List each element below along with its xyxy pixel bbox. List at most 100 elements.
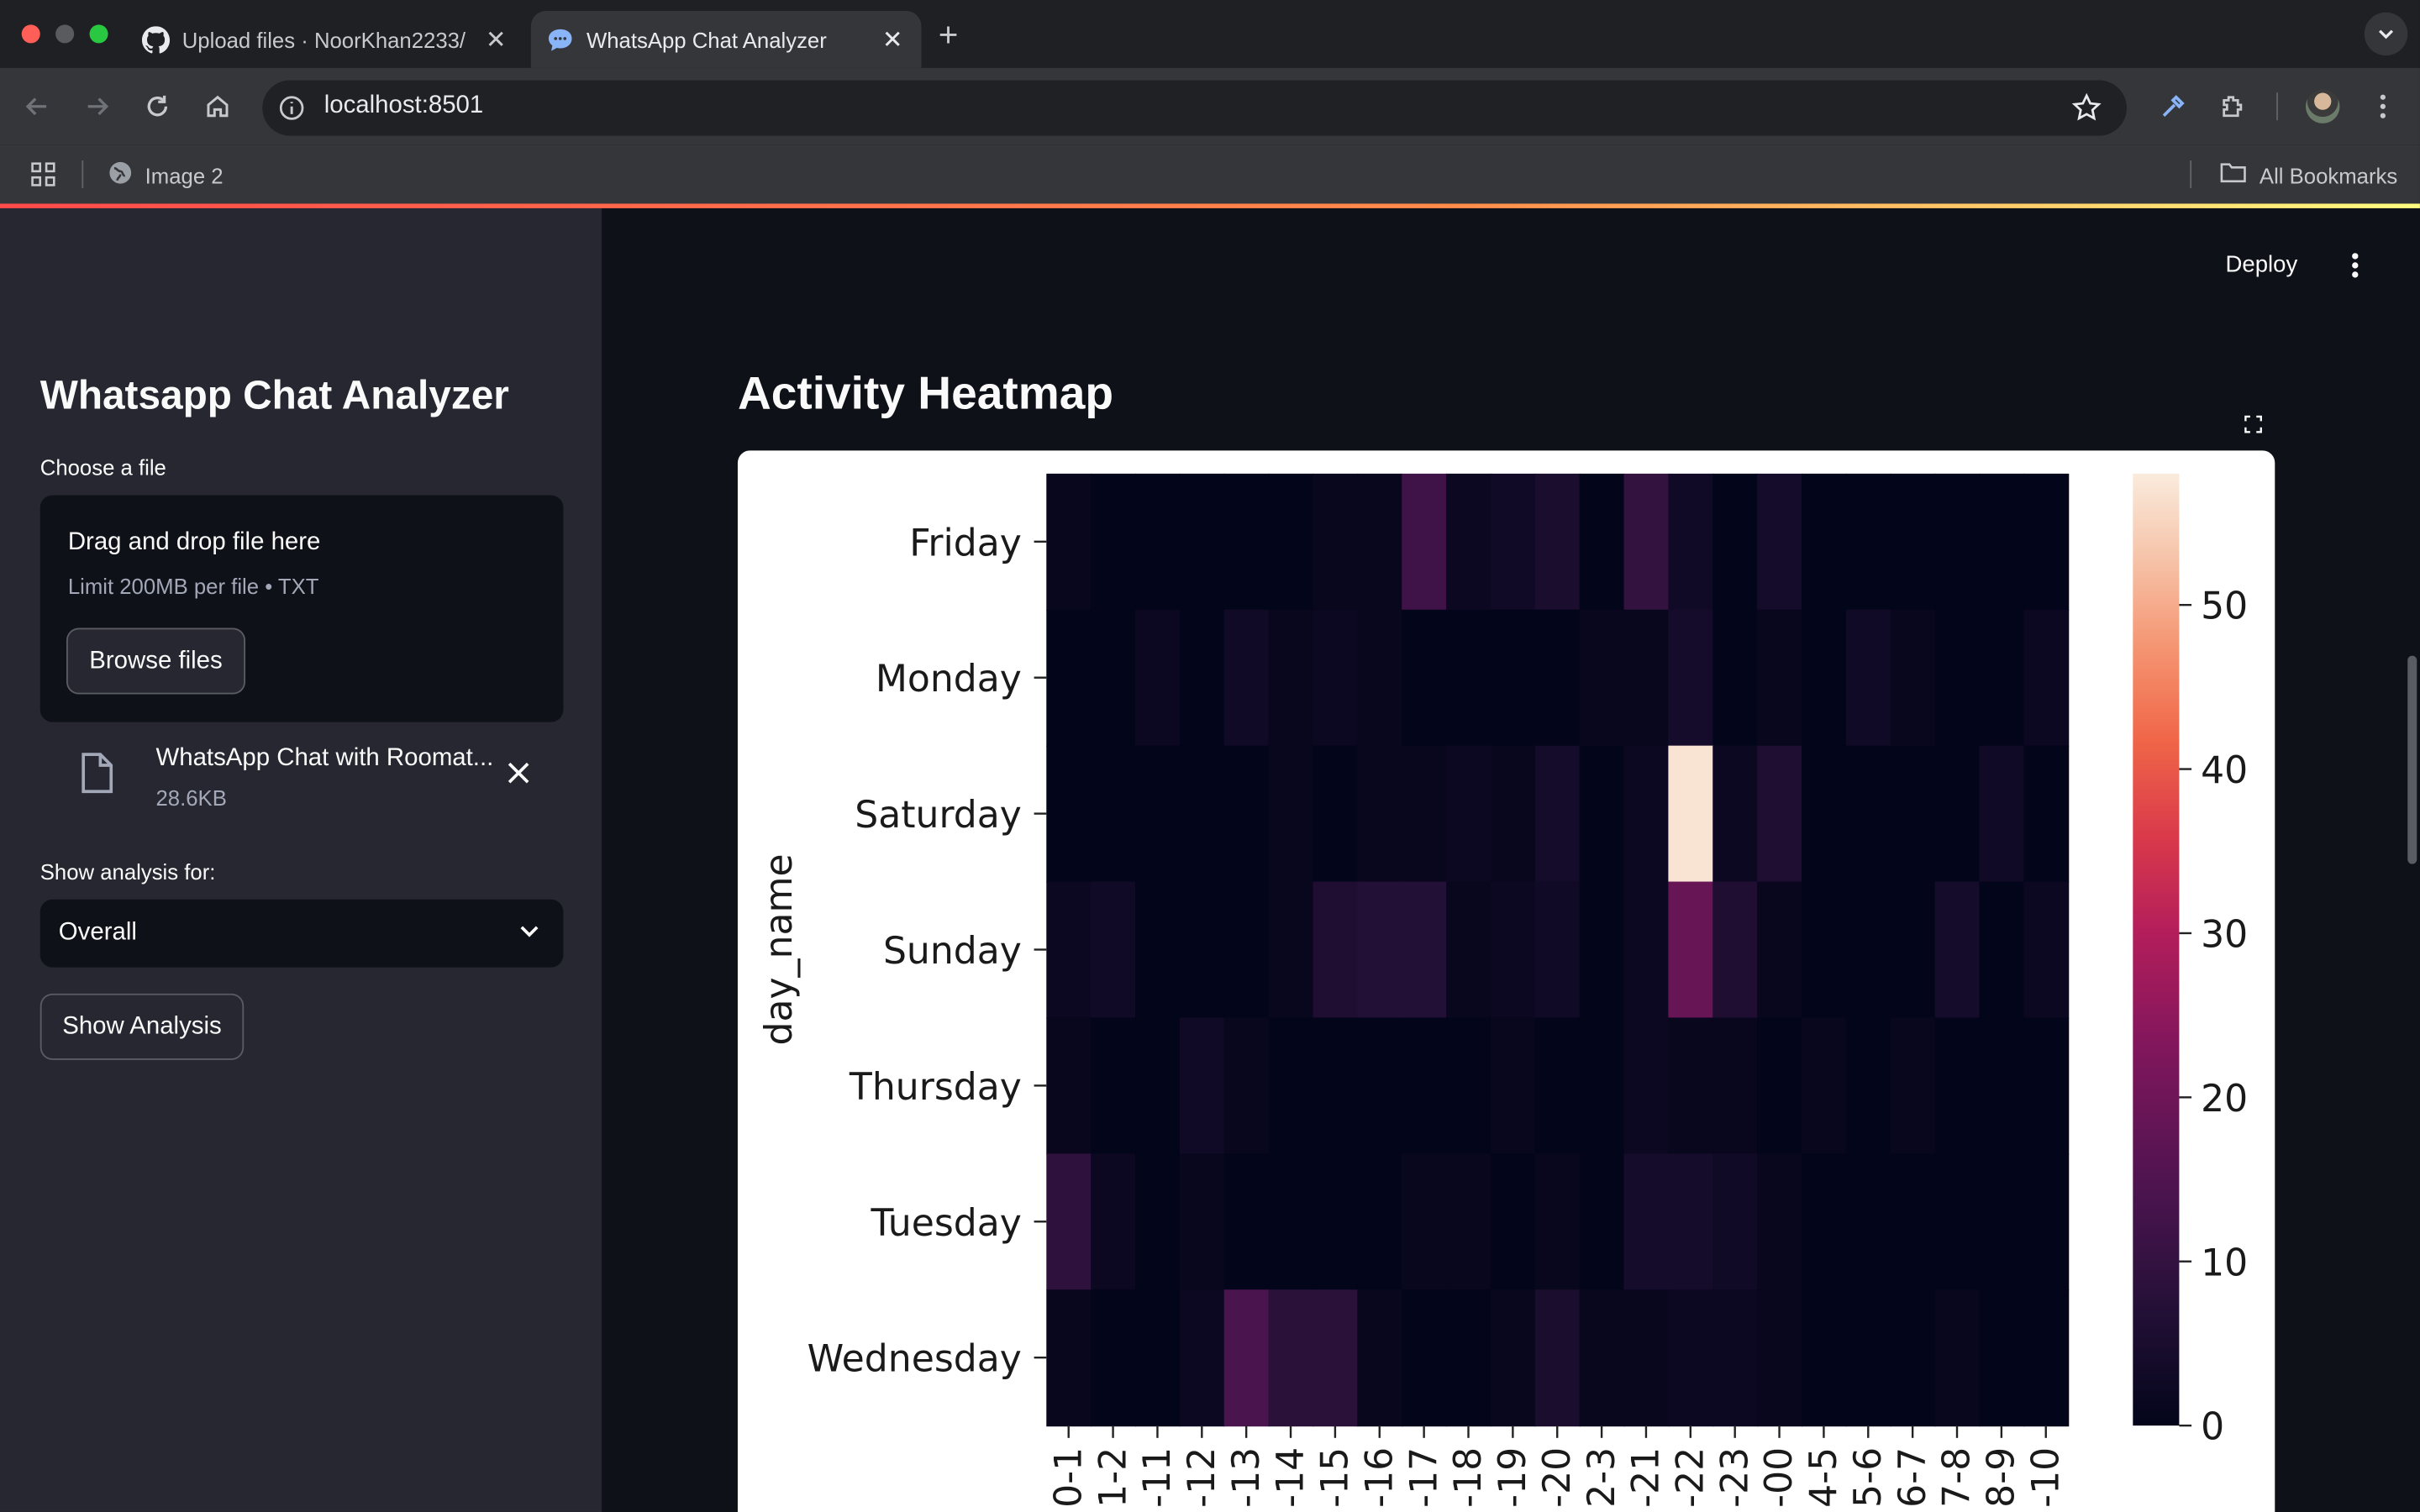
fullscreen-icon[interactable] xyxy=(2235,406,2272,443)
analysis-user-select[interactable]: Overall xyxy=(39,899,564,968)
bookmark-image-2[interactable]: Image 2 xyxy=(108,160,224,190)
heatmap-cell xyxy=(1179,1153,1225,1291)
heatmap-cell xyxy=(1135,1153,1181,1291)
heatmap-cell xyxy=(1890,1017,1936,1155)
heatmap-cell xyxy=(1091,1289,1137,1427)
heatmap-cell xyxy=(1934,473,1981,611)
x-tick-label: -22 xyxy=(1670,1447,1712,1508)
heatmap-cell xyxy=(1623,1289,1670,1427)
dropzone-title: Drag and drop file here xyxy=(67,528,321,556)
uploaded-file-name: WhatsApp Chat with Roomat... xyxy=(155,745,494,772)
heatmap-cell xyxy=(1534,609,1581,747)
heatmap-cell xyxy=(1890,745,1936,883)
x-tick-label: 0-1 xyxy=(1047,1447,1090,1508)
apps-grid-icon[interactable] xyxy=(31,162,55,195)
x-tick-label: 5-6 xyxy=(1847,1447,1890,1508)
heatmap-cell xyxy=(1490,1153,1536,1291)
heatmap-cell xyxy=(1223,1289,1270,1427)
file-icon xyxy=(81,751,114,802)
colorbar-tick-label: 20 xyxy=(2201,1078,2248,1121)
heatmap-cell xyxy=(1402,1017,1448,1155)
heatmap-cell xyxy=(1979,1153,2025,1291)
heatmap-cell xyxy=(1845,745,1891,883)
deploy-button[interactable]: Deploy xyxy=(2226,251,2298,277)
chrome-menu-icon[interactable] xyxy=(2365,88,2402,125)
heatmap-cell xyxy=(1668,609,1714,747)
heatmap-cell xyxy=(1135,1017,1181,1155)
close-tab-icon[interactable]: ✕ xyxy=(486,24,507,55)
dropzone-limit: Limit 200MB per file • TXT xyxy=(67,574,319,599)
address-bar[interactable]: localhost:8501 xyxy=(262,80,2127,136)
heatmap-cell xyxy=(1357,881,1403,1019)
heatmap-cell xyxy=(1135,1289,1181,1427)
heatmap-cell xyxy=(1179,1017,1225,1155)
maximize-window-button[interactable] xyxy=(89,24,108,44)
sidebar-title: Whatsapp Chat Analyzer xyxy=(39,371,509,418)
profile-avatar[interactable] xyxy=(2306,89,2340,123)
browser-tab-strip: Upload files · NoorKhan2233/ ✕ WhatsApp … xyxy=(0,0,2420,68)
reload-icon[interactable] xyxy=(139,88,176,125)
browse-files-button[interactable]: Browse files xyxy=(66,627,246,695)
close-window-button[interactable] xyxy=(21,24,40,44)
heatmap-cell xyxy=(1490,1017,1536,1155)
bookmark-star-icon[interactable] xyxy=(2071,92,2102,131)
heatmap-cell xyxy=(1579,1289,1625,1427)
heatmap-cell xyxy=(1357,473,1403,611)
x-tick-label: -10 xyxy=(2024,1447,2067,1508)
extensions-icon[interactable] xyxy=(2215,88,2252,125)
heatmap-cell xyxy=(1357,1017,1403,1155)
heatmap-cell xyxy=(1357,609,1403,747)
analysis-select-label: Show analysis for: xyxy=(39,859,216,885)
heatmap-cell xyxy=(2023,745,2070,883)
heatmap-cell xyxy=(1179,1289,1225,1427)
site-info-icon[interactable] xyxy=(278,94,306,129)
heatmap-cell xyxy=(1712,745,1759,883)
minimize-window-button[interactable] xyxy=(55,24,75,44)
heatmap-cell xyxy=(1890,609,1936,747)
eyedropper-icon[interactable] xyxy=(2154,88,2191,125)
heatmap-cell xyxy=(1623,1153,1670,1291)
page-title: Activity Heatmap xyxy=(737,368,1114,420)
page-scrollbar[interactable] xyxy=(2407,655,2417,864)
heatmap-cell xyxy=(1934,609,1981,747)
show-analysis-button[interactable]: Show Analysis xyxy=(39,993,245,1060)
file-dropzone[interactable]: Drag and drop file here Limit 200MB per … xyxy=(39,495,564,722)
back-icon[interactable] xyxy=(18,88,55,125)
heatmap-cell xyxy=(1091,1153,1137,1291)
heatmap-cell xyxy=(1534,1289,1581,1427)
y-tick-label: Saturday xyxy=(855,794,1022,837)
browser-toolbar: localhost:8501 xyxy=(0,67,2420,145)
heatmap-cell xyxy=(1712,881,1759,1019)
heatmap-cell xyxy=(1313,1153,1359,1291)
browser-tab-github[interactable]: Upload files · NoorKhan2233/ ✕ xyxy=(127,11,525,68)
heatmap-cell xyxy=(1046,1017,1092,1155)
heatmap-cell xyxy=(1801,473,1847,611)
colorbar-tick-label: 30 xyxy=(2201,913,2248,956)
heatmap-cell xyxy=(1490,881,1536,1019)
heatmap-cell xyxy=(1579,881,1625,1019)
home-icon[interactable] xyxy=(199,88,236,125)
heatmap-cell xyxy=(1179,473,1225,611)
heatmap-cell xyxy=(1446,881,1492,1019)
heatmap-cell xyxy=(1890,881,1936,1019)
forward-icon[interactable] xyxy=(79,88,116,125)
close-tab-icon[interactable]: ✕ xyxy=(882,24,903,55)
new-tab-icon[interactable]: + xyxy=(939,15,959,55)
x-tick-label: 2-3 xyxy=(1581,1447,1623,1508)
tab-search-button[interactable] xyxy=(2364,12,2408,56)
remove-file-icon[interactable] xyxy=(506,760,530,793)
heatmap-cell xyxy=(1979,881,2025,1019)
heatmap-cell xyxy=(1223,1017,1270,1155)
x-tick-label: 1-2 xyxy=(1092,1447,1134,1508)
heatmap-cell xyxy=(1313,1017,1359,1155)
x-tick-label: -00 xyxy=(1758,1447,1801,1508)
all-bookmarks[interactable]: All Bookmarks xyxy=(2219,160,2397,190)
colorbar-tick-label: 50 xyxy=(2201,585,2248,628)
heatmap-cell xyxy=(2023,609,2070,747)
heatmap-cell xyxy=(1402,745,1448,883)
heatmap-cell xyxy=(1313,745,1359,883)
browser-tab-whatsapp-analyzer[interactable]: WhatsApp Chat Analyzer ✕ xyxy=(530,10,922,68)
main-menu-icon[interactable] xyxy=(2343,251,2367,286)
heatmap-cell xyxy=(1801,1289,1847,1427)
heatmap-cell xyxy=(1979,1289,2025,1427)
